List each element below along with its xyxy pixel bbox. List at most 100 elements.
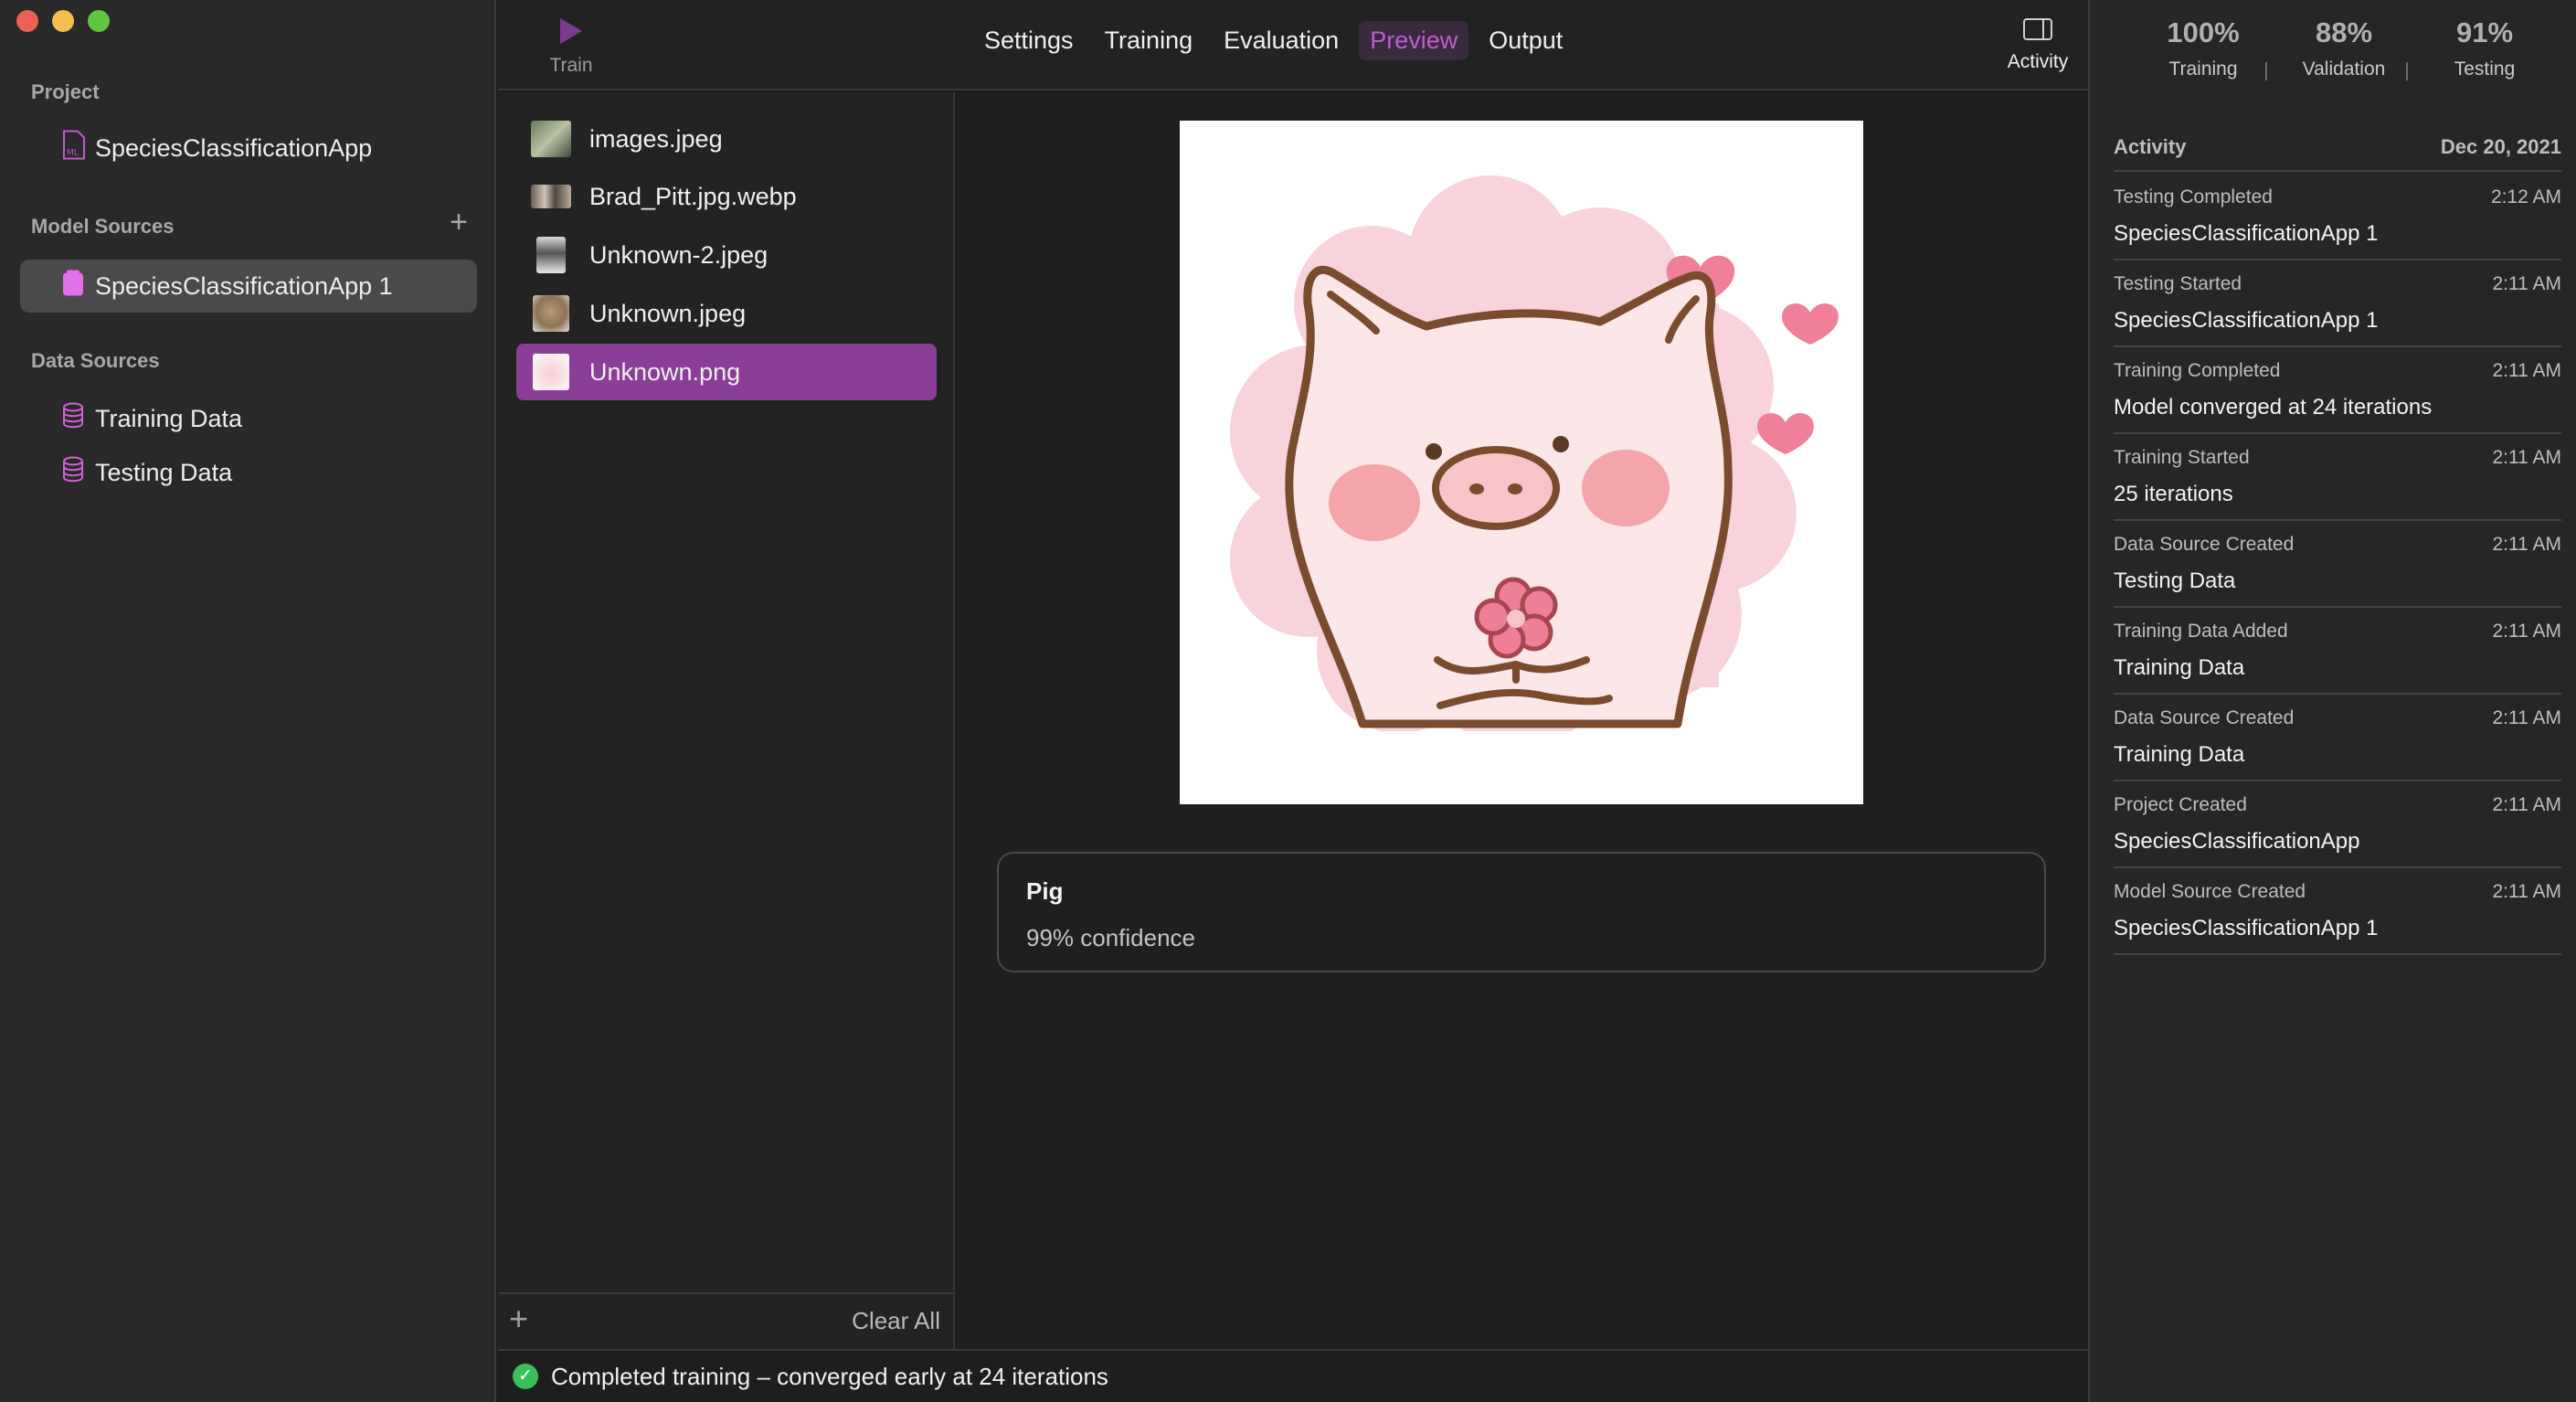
activity-event: Testing Completed [2114,186,2273,207]
metric-label: Testing [2454,58,2516,80]
activity-item: Training Completed 2:11 AM Model converg… [2114,347,2561,434]
activity-heading: Activity [2114,135,2187,158]
image-thumbnail [533,354,569,390]
metric-label: Validation [2302,58,2386,80]
activity-event: Training Completed [2114,360,2281,381]
list-item[interactable]: Unknown.jpeg [516,285,937,342]
file-name: Unknown.png [589,357,741,386]
file-name: Unknown.jpeg [589,299,747,327]
tab-evaluation[interactable]: Evaluation [1213,21,1350,60]
metric-divider [2406,62,2408,80]
file-name: Brad_Pitt.jpg.webp [589,182,797,210]
metric-validation: 88% Validation [2280,16,2408,80]
activity-time: 2:11 AM [2492,707,2562,728]
zoom-window-button[interactable] [88,10,110,32]
predicted-class: Pig [1026,877,1064,905]
sidebar-item-label: Training Data [95,404,243,432]
minimize-window-button[interactable] [52,10,74,32]
activity-time: 2:11 AM [2492,794,2562,815]
activity-item: Project Created 2:11 AM SpeciesClassific… [2114,781,2561,868]
activity-event: Data Source Created [2114,707,2295,728]
activity-panel: 100% Training 88% Validation 91% Testing… [2088,0,2576,1402]
preview-pane: Pig 99% confidence [957,92,2088,1349]
activity-time: 2:11 AM [2492,621,2562,642]
sidebar-item-model-source[interactable]: SpeciesClassificationApp 1 [20,260,477,313]
sidebar-item-testing-data[interactable]: Testing Data [20,446,477,499]
list-item[interactable]: Brad_Pitt.jpg.webp [516,168,937,225]
activity-item: Testing Started 2:11 AM SpeciesClassific… [2114,260,2561,347]
activity-item: Data Source Created 2:11 AM Training Dat… [2114,695,2561,781]
activity-detail: Model converged at 24 iterations [2114,395,2433,420]
status-text: Completed training – converged early at … [551,1362,1108,1390]
activity-detail: SpeciesClassificationApp 1 [2114,221,2379,246]
svg-text:ML: ML [67,149,79,158]
activity-event: Model Source Created [2114,881,2306,902]
pig-illustration [1180,175,1863,804]
tab-training[interactable]: Training [1094,21,1204,60]
list-item-selected[interactable]: Unknown.png [516,344,937,400]
activity-time: 2:11 AM [2492,534,2562,555]
sidebar-item-label: SpeciesClassificationApp 1 [95,271,393,300]
image-thumbnail [533,295,569,332]
database-icon [62,456,84,489]
metric-testing: 91% Testing [2421,16,2549,80]
activity-event: Data Source Created [2114,534,2295,555]
metric-training: 100% Training [2139,16,2267,80]
activity-detail: SpeciesClassificationApp [2114,829,2360,854]
activity-item: Training Started 2:11 AM 25 iterations [2114,434,2561,521]
metric-divider [2265,62,2267,80]
file-list-footer: + Clear All [498,1292,955,1349]
activity-time: 2:11 AM [2492,881,2562,902]
activity-detail: SpeciesClassificationApp 1 [2114,916,2379,940]
activity-time: 2:12 AM [2490,186,2561,207]
activity-detail: Testing Data [2114,568,2236,593]
model-sources-heading: Model Sources [31,215,175,238]
train-button[interactable]: Train [535,15,608,83]
tab-bar: Settings Training Evaluation Preview Out… [973,21,1574,60]
sidebar-right-icon [2023,18,2052,40]
file-name: images.jpeg [589,124,723,153]
metrics-summary: 100% Training 88% Validation 91% Testing [2090,16,2576,90]
sidebar: Project ML SpeciesClassificationApp Mode… [0,0,496,1402]
add-file-button[interactable]: + [509,1300,528,1338]
metric-value: 100% [2167,16,2240,48]
activity-time: 2:11 AM [2492,447,2562,468]
activity-event: Training Started [2114,447,2250,468]
sidebar-item-training-data[interactable]: Training Data [20,392,477,445]
tab-settings[interactable]: Settings [973,21,1085,60]
database-icon [62,402,84,435]
add-model-source-button[interactable]: + [446,207,472,238]
close-window-button[interactable] [16,10,38,32]
list-item[interactable]: Unknown-2.jpeg [516,227,937,283]
ml-document-icon: ML [62,130,86,166]
clear-all-button[interactable]: Clear All [852,1307,940,1335]
activity-event: Testing Started [2114,273,2242,294]
sidebar-item-project[interactable]: ML SpeciesClassificationApp [20,122,477,175]
image-thumbnail [536,237,566,273]
list-item[interactable]: images.jpeg [516,111,937,167]
data-sources-heading: Data Sources [31,349,160,372]
toolbar: Train Settings Training Evaluation Previ… [498,0,2088,90]
activity-detail: Training Data [2114,655,2245,680]
tab-output[interactable]: Output [1478,21,1574,60]
activity-button-label: Activity [2007,51,2069,72]
play-icon [560,18,582,44]
model-icon [62,270,84,303]
metric-value: 91% [2455,16,2514,48]
activity-date: Dec 20, 2021 [2440,135,2561,158]
image-thumbnail [531,121,571,157]
tab-preview[interactable]: Preview [1359,21,1469,60]
prediction-confidence: 99% confidence [1026,924,1196,951]
activity-item: Testing Completed 2:12 AM SpeciesClassif… [2114,174,2561,260]
activity-detail: Training Data [2114,742,2245,767]
activity-button[interactable]: Activity [1997,15,2079,73]
window-controls [16,10,110,32]
preview-file-list: images.jpeg Brad_Pitt.jpg.webp Unknown-2… [498,92,955,1349]
activity-time: 2:11 AM [2492,360,2562,381]
train-button-label: Train [549,55,593,76]
checkmark-circle-icon: ✓ [513,1364,538,1389]
sidebar-item-label: Testing Data [95,458,233,486]
activity-item: Model Source Created 2:11 AM SpeciesClas… [2114,868,2561,955]
status-bar: ✓ Completed training – converged early a… [498,1349,2088,1402]
project-heading: Project [31,80,100,103]
